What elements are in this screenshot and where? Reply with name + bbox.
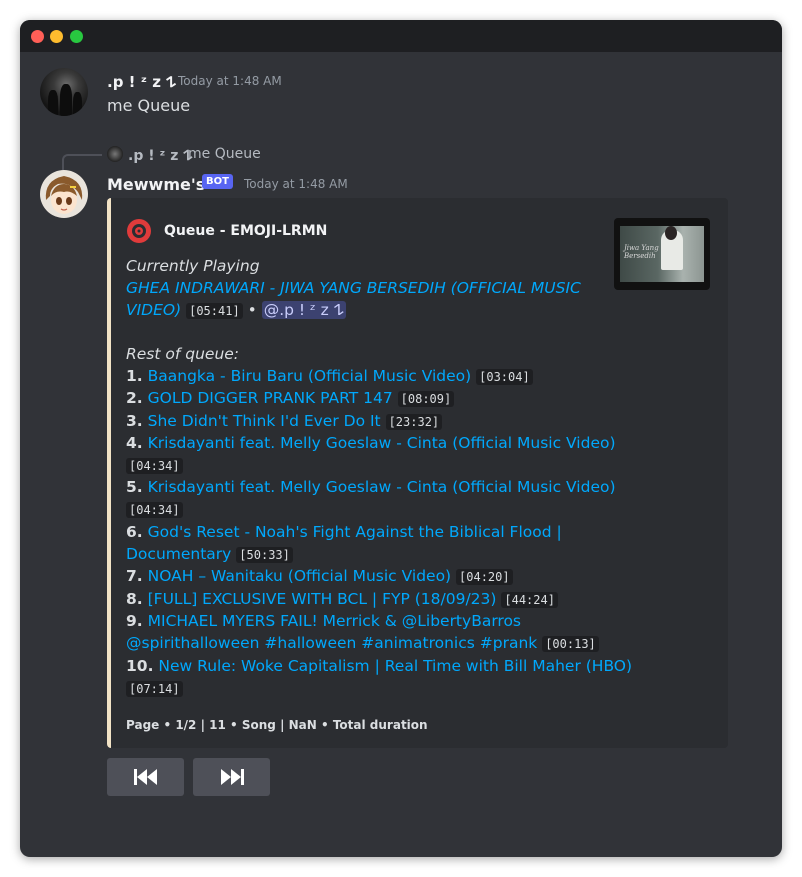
queue-duration: [08:09] — [397, 391, 455, 407]
queue-track-link[interactable]: Baangka - Biru Baru (Official Music Vide… — [148, 367, 472, 385]
current-track-line2: VIDEO) [05:41] • @.p ! ᶻ z 𐰁 — [126, 299, 346, 322]
bot-tag: BOT — [202, 174, 233, 189]
queue-item-duration-line: [07:14] — [126, 677, 183, 700]
queue-number: 5. — [126, 478, 143, 496]
queue-duration: [03:04] — [476, 369, 533, 385]
queue-item-duration-line: [04:34] — [126, 454, 183, 477]
queue-number: 2. — [126, 389, 143, 407]
queue-item: 8. [FULL] EXCLUSIVE WITH BCL | FYP (18/0… — [126, 588, 558, 611]
queue-duration: [04:34] — [126, 458, 183, 474]
queue-item-duration-line: [04:34] — [126, 498, 183, 521]
queue-item: 9. MICHAEL MYERS FAIL! Merrick & @Libert… — [126, 610, 521, 632]
queue-track-link[interactable]: GOLD DIGGER PRANK PART 147 — [148, 389, 393, 407]
queue-embed: Queue - EMOJI-LRMN Jiwa Yang Bersedih Cur… — [107, 198, 728, 748]
queue-track-link[interactable]: She Didn't Think I'd Ever Do It — [148, 412, 381, 430]
queue-number: 7. — [126, 567, 143, 585]
queue-number: 9. — [126, 612, 143, 630]
message-text: me Queue — [107, 96, 191, 115]
title-bar — [20, 20, 782, 52]
queue-track-link[interactable]: New Rule: Woke Capitalism | Real Time wi… — [158, 657, 632, 675]
maximize-window-button[interactable] — [70, 30, 83, 43]
queue-item: 6. God's Reset - Noah's Fight Against th… — [126, 521, 562, 543]
queue-track-link[interactable]: Krisdayanti feat. Melly Goeslaw - Cinta … — [148, 478, 616, 496]
reply-username[interactable]: .p ! ᶻ z 𐰁 — [128, 146, 192, 165]
queue-item-continued: @spirithalloween #halloween #animatronic… — [126, 632, 599, 655]
bot-message-timestamp: Today at 1:48 AM — [244, 177, 348, 191]
queue-duration: [07:14] — [126, 681, 183, 697]
queue-track-link[interactable]: God's Reset - Noah's Fight Against the B… — [148, 523, 562, 541]
bot-avatar[interactable] — [40, 170, 88, 218]
skip-next-icon — [220, 769, 244, 785]
skip-previous-icon — [133, 769, 157, 785]
queue-track-link[interactable]: NOAH – Wanitaku (Official Music Video) — [148, 567, 451, 585]
current-track-duration: [05:41] — [186, 303, 243, 319]
queue-duration: [00:13] — [542, 636, 599, 652]
previous-page-button[interactable] — [107, 758, 184, 796]
queue-number: 1. — [126, 367, 143, 385]
queue-number: 4. — [126, 434, 143, 452]
queue-duration: [44:24] — [501, 592, 558, 608]
queue-track-link[interactable]: Krisdayanti feat. Melly Goeslaw - Cinta … — [148, 434, 616, 452]
queue-item: 7. NOAH – Wanitaku (Official Music Video… — [126, 565, 513, 588]
reply-connector — [62, 154, 102, 170]
discord-window: .p ! ᶻ z 𐰁 Today at 1:48 AM me Queue .p … — [20, 20, 782, 857]
embed-title: Queue - EMOJI-LRMN — [164, 223, 328, 239]
queue-duration: [23:32] — [385, 414, 443, 430]
user-avatar[interactable] — [40, 68, 88, 116]
message-username[interactable]: .p ! ᶻ z 𐰁 — [107, 72, 176, 92]
queue-duration: [04:34] — [126, 502, 183, 518]
rest-of-queue-heading: Rest of queue: — [126, 345, 240, 363]
queue-track-link[interactable]: MICHAEL MYERS FAIL! Merrick & @LibertyBa… — [148, 612, 521, 630]
queue-track-link[interactable]: [FULL] EXCLUSIVE WITH BCL | FYP (18/09/2… — [148, 590, 497, 608]
reply-avatar[interactable] — [107, 146, 123, 162]
current-track-link-continued[interactable]: VIDEO) — [126, 301, 181, 319]
close-window-button[interactable] — [31, 30, 44, 43]
vinyl-record-icon — [127, 219, 151, 243]
queue-number: 6. — [126, 523, 143, 541]
queue-item: 10. New Rule: Woke Capitalism | Real Tim… — [126, 655, 632, 677]
minimize-window-button[interactable] — [50, 30, 63, 43]
queue-number: 10. — [126, 657, 154, 675]
bot-username[interactable]: Mewwme's — [107, 175, 205, 194]
queue-duration: [04:20] — [456, 569, 513, 585]
queue-item: 1. Baangka - Biru Baru (Official Music V… — [126, 365, 533, 388]
queue-track-link[interactable]: @spirithalloween #halloween #animatronic… — [126, 634, 537, 652]
current-track-link[interactable]: GHEA INDRAWARI - JIWA YANG BERSEDIH (OFF… — [126, 277, 581, 299]
queue-duration: [50:33] — [236, 547, 293, 563]
message-timestamp: Today at 1:48 AM — [178, 74, 282, 88]
next-page-button[interactable] — [193, 758, 270, 796]
currently-playing-heading: Currently Playing — [126, 257, 260, 275]
embed-footer: Page • 1/2 | 11 • Song | NaN • Total dur… — [126, 718, 428, 732]
queue-number: 8. — [126, 590, 143, 608]
queue-item: 3. She Didn't Think I'd Ever Do It [23:3… — [126, 410, 443, 433]
queue-track-link[interactable]: Documentary — [126, 545, 231, 563]
queue-item: 4. Krisdayanti feat. Melly Goeslaw - Cin… — [126, 432, 616, 454]
queue-number: 3. — [126, 412, 143, 430]
queue-item: 5. Krisdayanti feat. Melly Goeslaw - Cin… — [126, 476, 616, 498]
separator: • — [247, 301, 257, 319]
queue-item-continued: Documentary [50:33] — [126, 543, 293, 566]
queue-item: 2. GOLD DIGGER PRANK PART 147 [08:09] — [126, 387, 455, 410]
requester-mention[interactable]: @.p ! ᶻ z 𐰁 — [261, 301, 346, 319]
now-playing-thumbnail[interactable]: Jiwa Yang Bersedih — [614, 218, 710, 290]
reply-text[interactable]: me Queue — [188, 146, 261, 162]
